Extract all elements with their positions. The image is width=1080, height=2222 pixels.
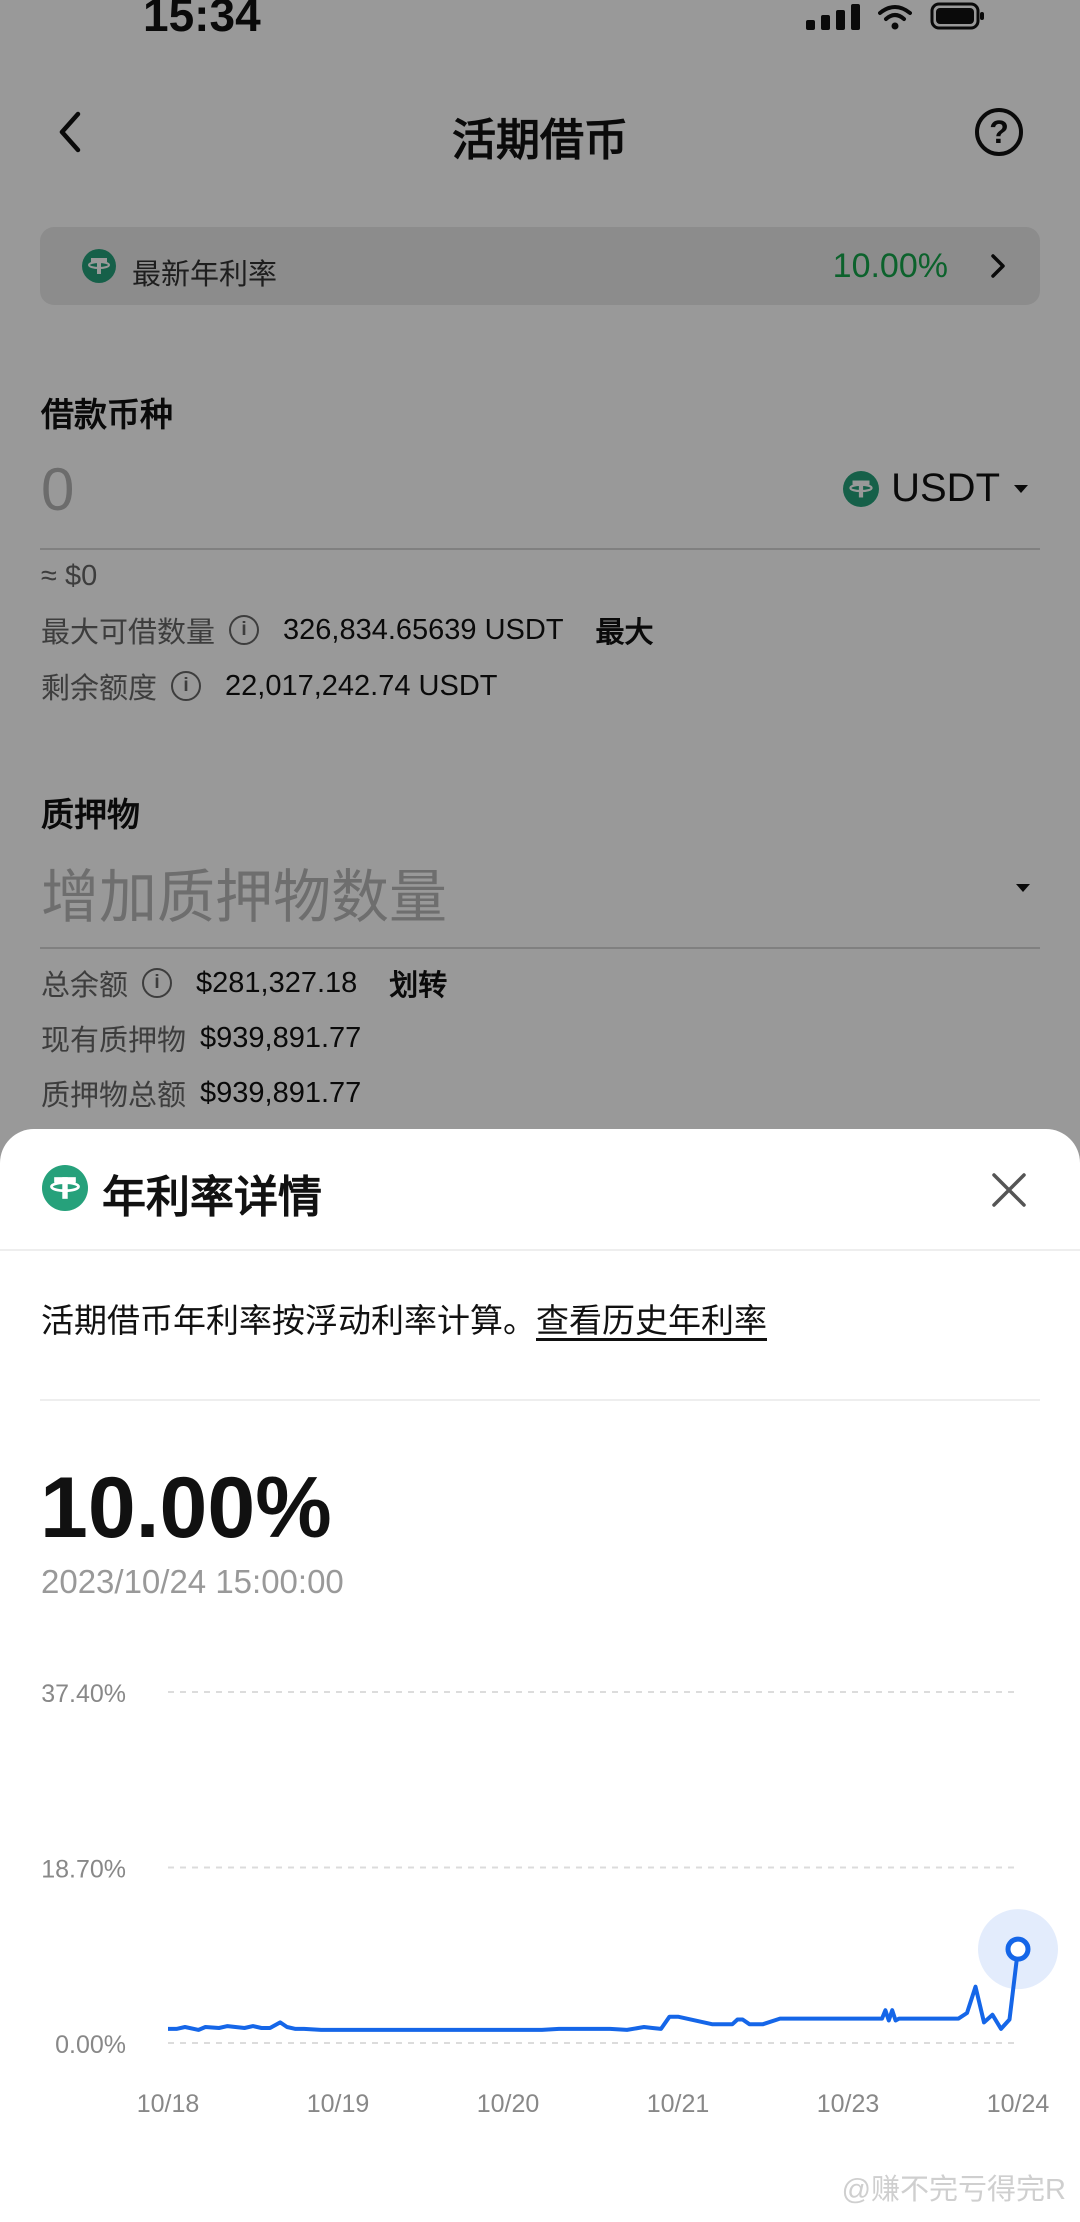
- x-tick-label: 10/20: [477, 2090, 540, 2118]
- y-tick-label: 37.40%: [41, 1680, 126, 1708]
- x-tick-label: 10/19: [307, 2090, 370, 2118]
- y-tick-label: 0.00%: [55, 2031, 126, 2059]
- watermark: @赚不完亏得完R: [841, 2174, 1066, 2206]
- x-tick-label: 10/23: [817, 2090, 880, 2118]
- rate-series-line: [168, 1948, 1020, 2032]
- x-tick-label: 10/18: [137, 2090, 200, 2118]
- y-tick-label: 18.70%: [41, 1856, 126, 1884]
- x-tick-label: 10/24: [987, 2090, 1050, 2118]
- rate-history-chart[interactable]: 37.40% 18.70% 0.00% 10/18 10/19 10/20 10/21 10/…: [0, 1129, 1080, 2222]
- current-point-marker: [1005, 1936, 1031, 1962]
- x-tick-label: 10/21: [647, 2090, 710, 2118]
